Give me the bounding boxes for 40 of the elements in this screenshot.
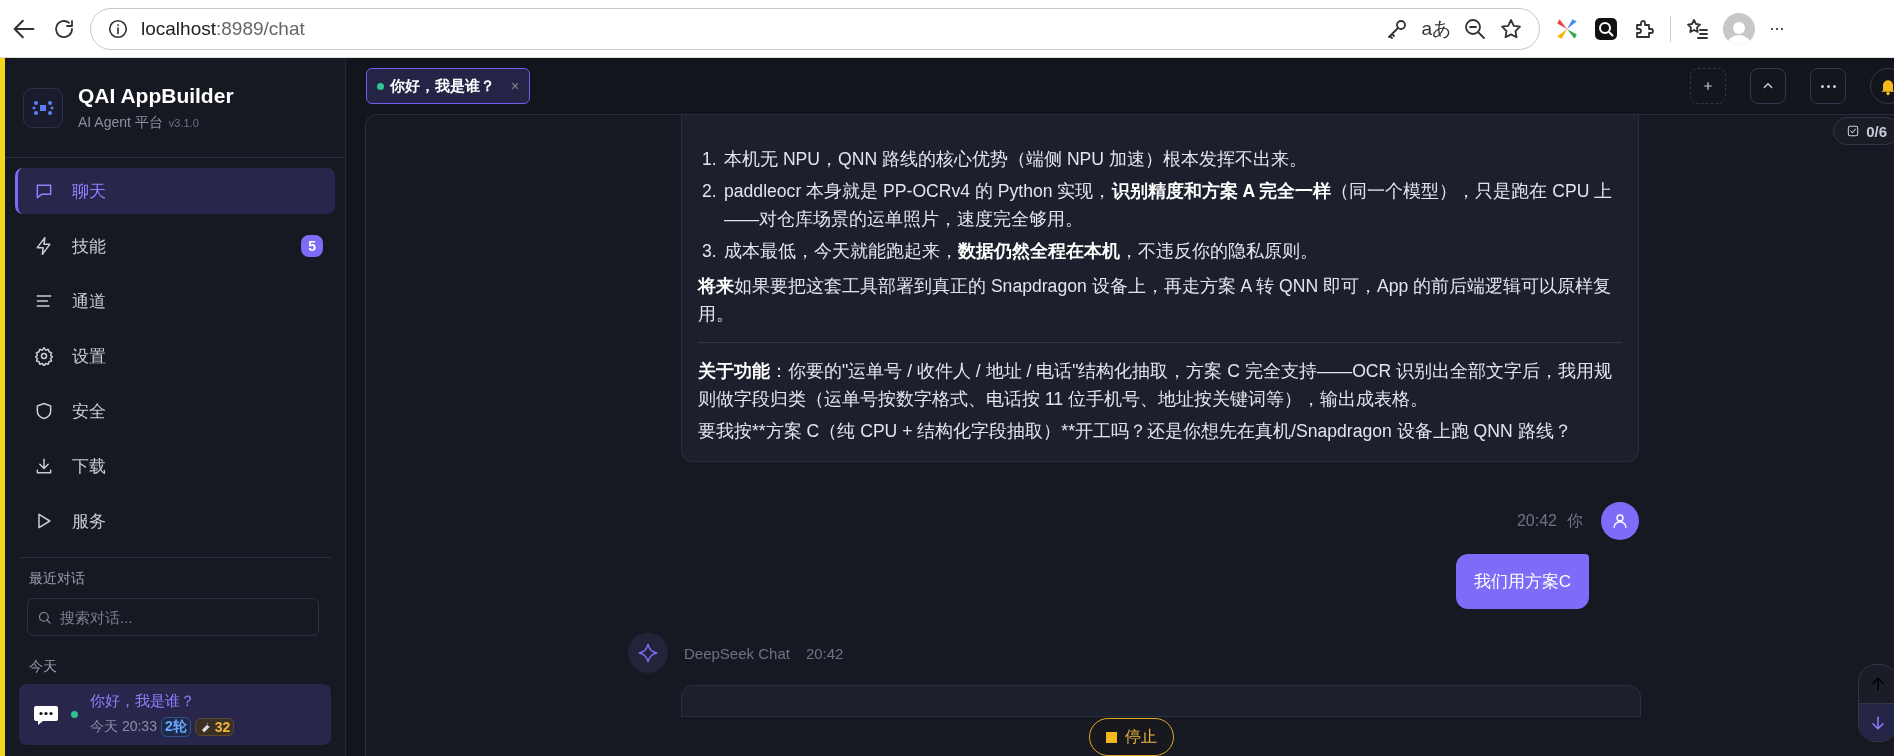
nav-item[interactable]: 安全 xyxy=(15,388,335,434)
more-button[interactable]: ··· xyxy=(1769,18,1784,39)
author-label: 你 xyxy=(1567,510,1583,531)
section-heading: 最近对话 xyxy=(28,570,86,588)
list-item: paddleocr 本身就是 PP-OCRv4 的 Python 实现，识别精度和方案 A 完全一样（同一个模型），只是跑在 CPU 上——对仓库场景的运单照片，速度完全够用。 xyxy=(724,180,1614,232)
rounds-tag: 2轮 xyxy=(160,717,191,737)
stop-button[interactable]: 停止 xyxy=(1089,718,1174,756)
chat-tab[interactable]: 你好，我是谁？ × xyxy=(366,68,531,104)
search-field[interactable]: 搜索对话... xyxy=(27,598,319,636)
conversation-item[interactable]: 你好，我是谁？ 今天 20:33 2轮 32 xyxy=(19,684,331,745)
message-paragraph: 将来如果要把这套工具部署到真正的 Snapdragon 设备上，再走方案 A 转 QNN 即可，App 的前后端逻辑可以原样复用。 xyxy=(698,274,1613,326)
conversation-time: 今天 20:33 xyxy=(90,718,157,736)
list-item: 本机无 NPU，QNN 路线的核心优势（端侧 NPU 加速）根本发挥不出来。 xyxy=(724,148,1308,171)
version-label: v3.1.0 xyxy=(168,116,199,129)
user-message: 我们用方案C xyxy=(1455,554,1589,610)
list-number: 3. xyxy=(702,240,718,264)
app-subtitle: AI Agent 平台 xyxy=(78,113,163,130)
nav-item[interactable]: 服务 xyxy=(15,498,335,544)
app-name: QAI AppBuilder xyxy=(78,83,234,108)
list-number: 1. xyxy=(702,148,718,171)
message-paragraph: 关于功能：你要的"运单号 / 收件人 / 地址 / 电话"结构化抽取，方案 C 完全支持——OCR 识别出全部文字后，我用规则做字段归类（运单号按数字格式、电话按 11 位手机号、地址按关键词等），输出成表格。 xyxy=(698,359,1614,411)
url-text: localhost:8989/chat xyxy=(141,17,306,40)
nav-item[interactable]: 聊天 xyxy=(15,168,335,214)
list-number: 2. xyxy=(702,180,718,204)
count-badge: 5 xyxy=(301,235,323,257)
tools-tag: 32 xyxy=(194,718,235,736)
list-item: 成本最低，今天就能跑起来，数据仍然全程在本机，不违反你的隐私原则。 xyxy=(724,240,1319,264)
conversation-title: 你好，我是谁？ xyxy=(90,692,196,711)
nav-item[interactable]: 设置 xyxy=(15,333,335,379)
assistant-name: DeepSeek Chat xyxy=(684,644,790,662)
nav-item[interactable]: 技能 5 xyxy=(15,223,335,269)
nav-item[interactable]: 下载 xyxy=(15,443,335,489)
task-counter[interactable]: 0/6 xyxy=(1833,117,1894,145)
translate-button[interactable]: aあ xyxy=(1421,15,1451,42)
message-time: 20:42 xyxy=(805,644,844,662)
nav-item[interactable]: 通道 xyxy=(15,278,335,324)
group-label: 今天 xyxy=(28,657,58,676)
close-button[interactable]: × xyxy=(511,78,520,94)
message-paragraph: 要我按**方案 C（纯 CPU + 结构化字段抽取）**开工吗？还是你想先在真机/Snapdragon 设备上跑 QNN 路线？ xyxy=(698,420,1573,444)
message-time: 20:42 xyxy=(1516,512,1557,531)
